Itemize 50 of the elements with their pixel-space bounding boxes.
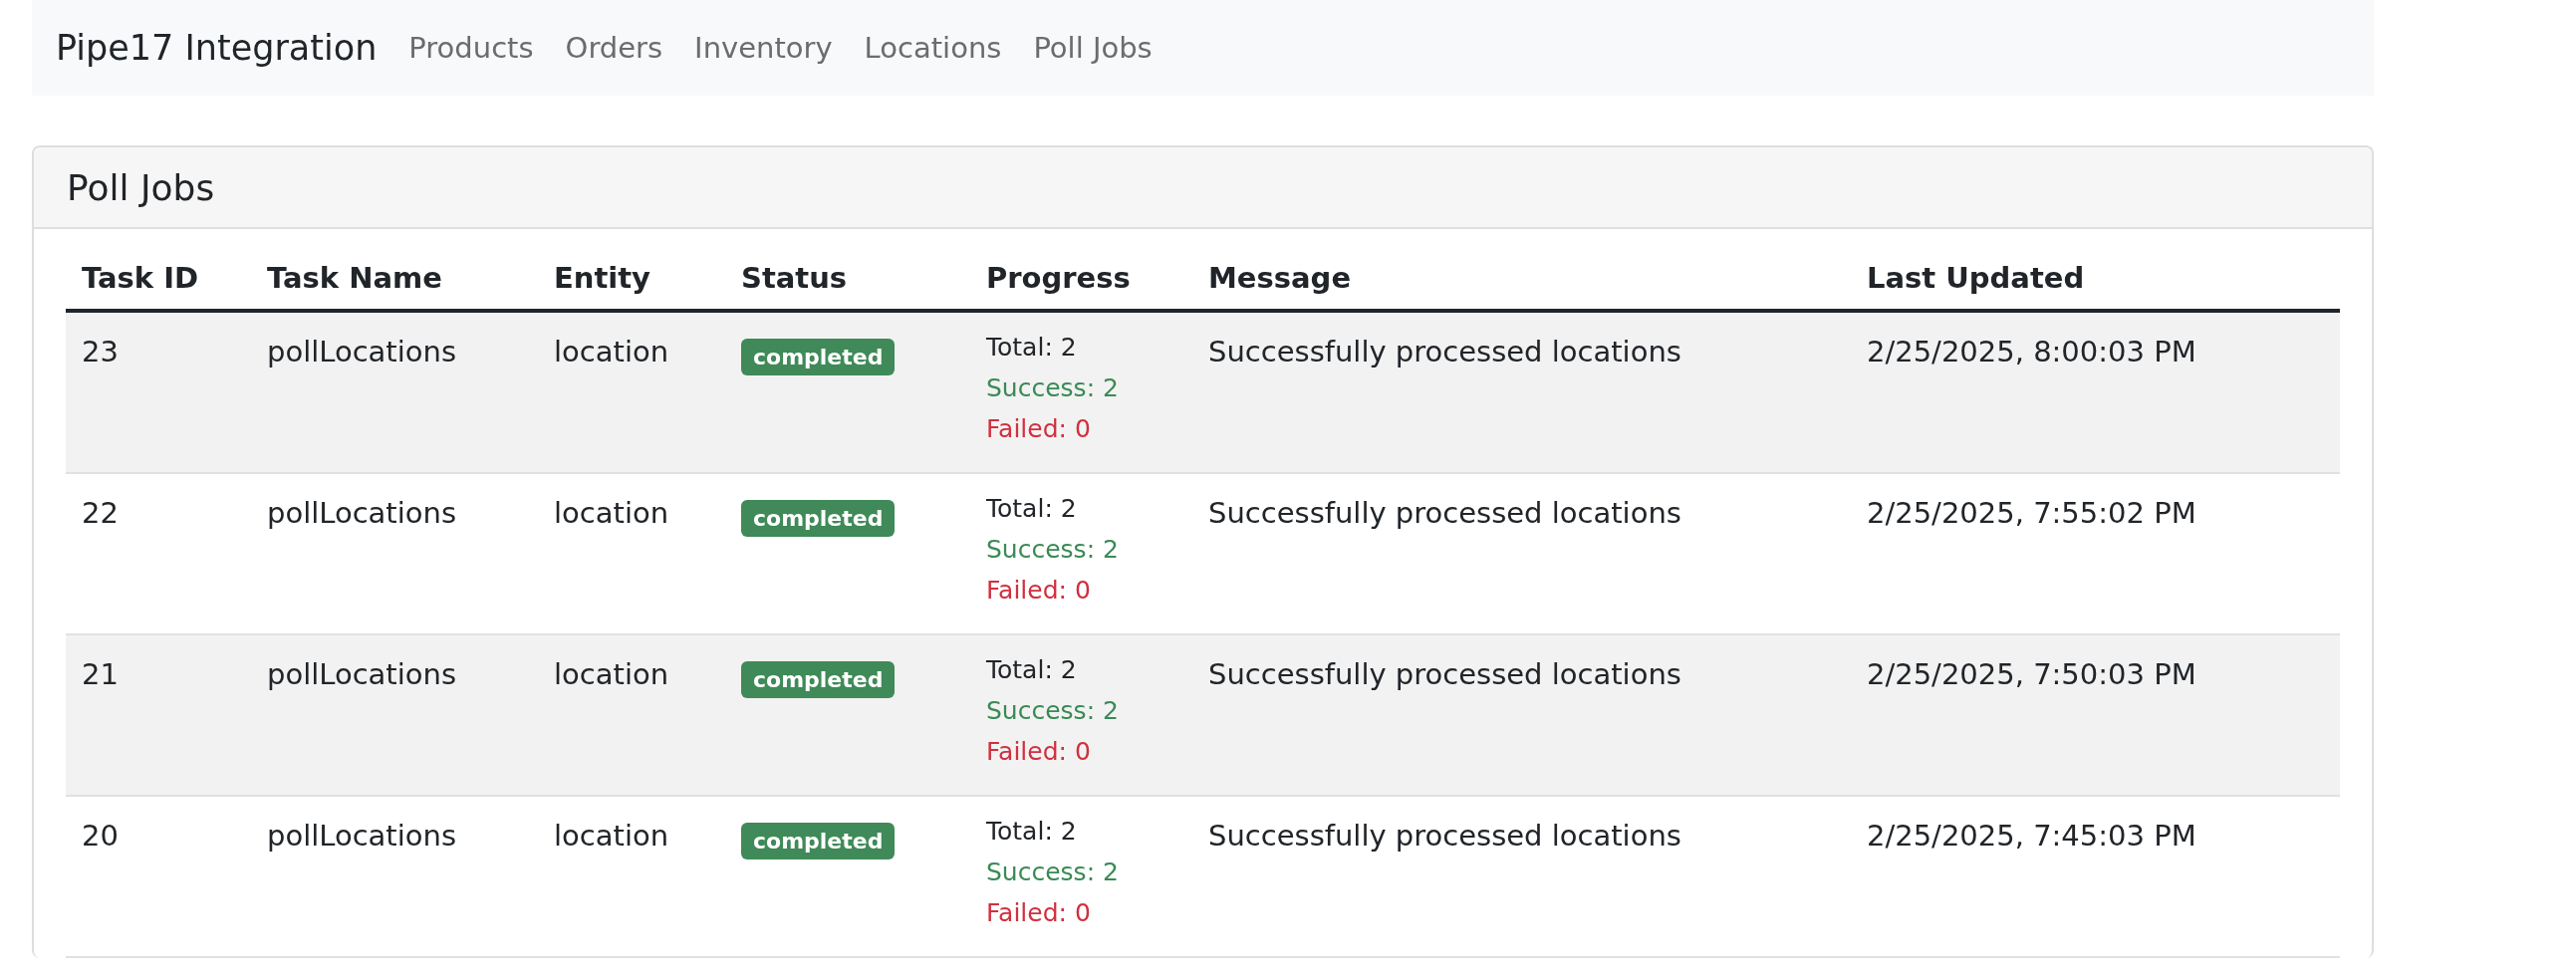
nav-link[interactable]: Orders (565, 31, 663, 65)
nav-link[interactable]: Locations (864, 31, 1002, 65)
progress-total: Total: 2 (986, 332, 1078, 364)
progress-success: Success: 2 (986, 857, 1120, 888)
progress-failed: Failed: 0 (986, 413, 1092, 445)
column-header: Last Updated (1867, 261, 2085, 295)
progress-total: Total: 2 (986, 654, 1078, 686)
progress-failed: Failed: 0 (986, 897, 1092, 929)
nav-link[interactable]: Inventory (694, 31, 833, 65)
table-cell: pollLocations (267, 496, 457, 530)
progress-success: Success: 2 (986, 372, 1120, 404)
table-cell: pollLocations (267, 657, 457, 691)
progress-failed: Failed: 0 (986, 736, 1092, 768)
status-badge: completed (741, 661, 896, 698)
progress-success: Success: 2 (986, 534, 1120, 566)
status-badge: completed (741, 823, 896, 859)
table-cell: 2/25/2025, 7:50:03 PM (1867, 657, 2196, 691)
progress-total: Total: 2 (986, 816, 1078, 848)
table-cell: 22 (82, 496, 119, 530)
status-badge: completed (741, 500, 896, 537)
table-cell: Successfully processed locations (1208, 335, 1681, 368)
column-header: Entity (554, 261, 651, 295)
table-cell: 2/25/2025, 8:00:03 PM (1867, 335, 2196, 368)
column-header: Progress (986, 261, 1131, 295)
table-cell: location (554, 335, 669, 368)
brand-link[interactable]: Pipe17 Integration (56, 28, 378, 68)
table-cell: Successfully processed locations (1208, 496, 1681, 530)
column-header: Status (741, 261, 848, 295)
table-cell: 23 (82, 335, 119, 368)
progress-failed: Failed: 0 (986, 575, 1092, 607)
table-cell: location (554, 496, 669, 530)
table-cell: location (554, 819, 669, 853)
table-cell: location (554, 657, 669, 691)
column-header: Message (1208, 261, 1352, 295)
table-cell: pollLocations (267, 335, 457, 368)
column-header: Task ID (82, 261, 199, 295)
status-badge: completed (741, 339, 896, 375)
progress-success: Success: 2 (986, 695, 1120, 727)
nav-link[interactable]: Poll Jobs (1033, 31, 1153, 65)
card-title: Poll Jobs (67, 166, 215, 208)
table-cell: 2/25/2025, 7:55:02 PM (1867, 496, 2196, 530)
table-cell: 21 (82, 657, 119, 691)
table-cell: 2/25/2025, 7:45:03 PM (1867, 819, 2196, 853)
table-cell: pollLocations (267, 819, 457, 853)
nav-link[interactable]: Products (408, 31, 534, 65)
column-header: Task Name (267, 261, 442, 295)
progress-total: Total: 2 (986, 493, 1078, 525)
table-cell: 20 (82, 819, 119, 853)
table-cell: Successfully processed locations (1208, 657, 1681, 691)
table-cell: Successfully processed locations (1208, 819, 1681, 853)
